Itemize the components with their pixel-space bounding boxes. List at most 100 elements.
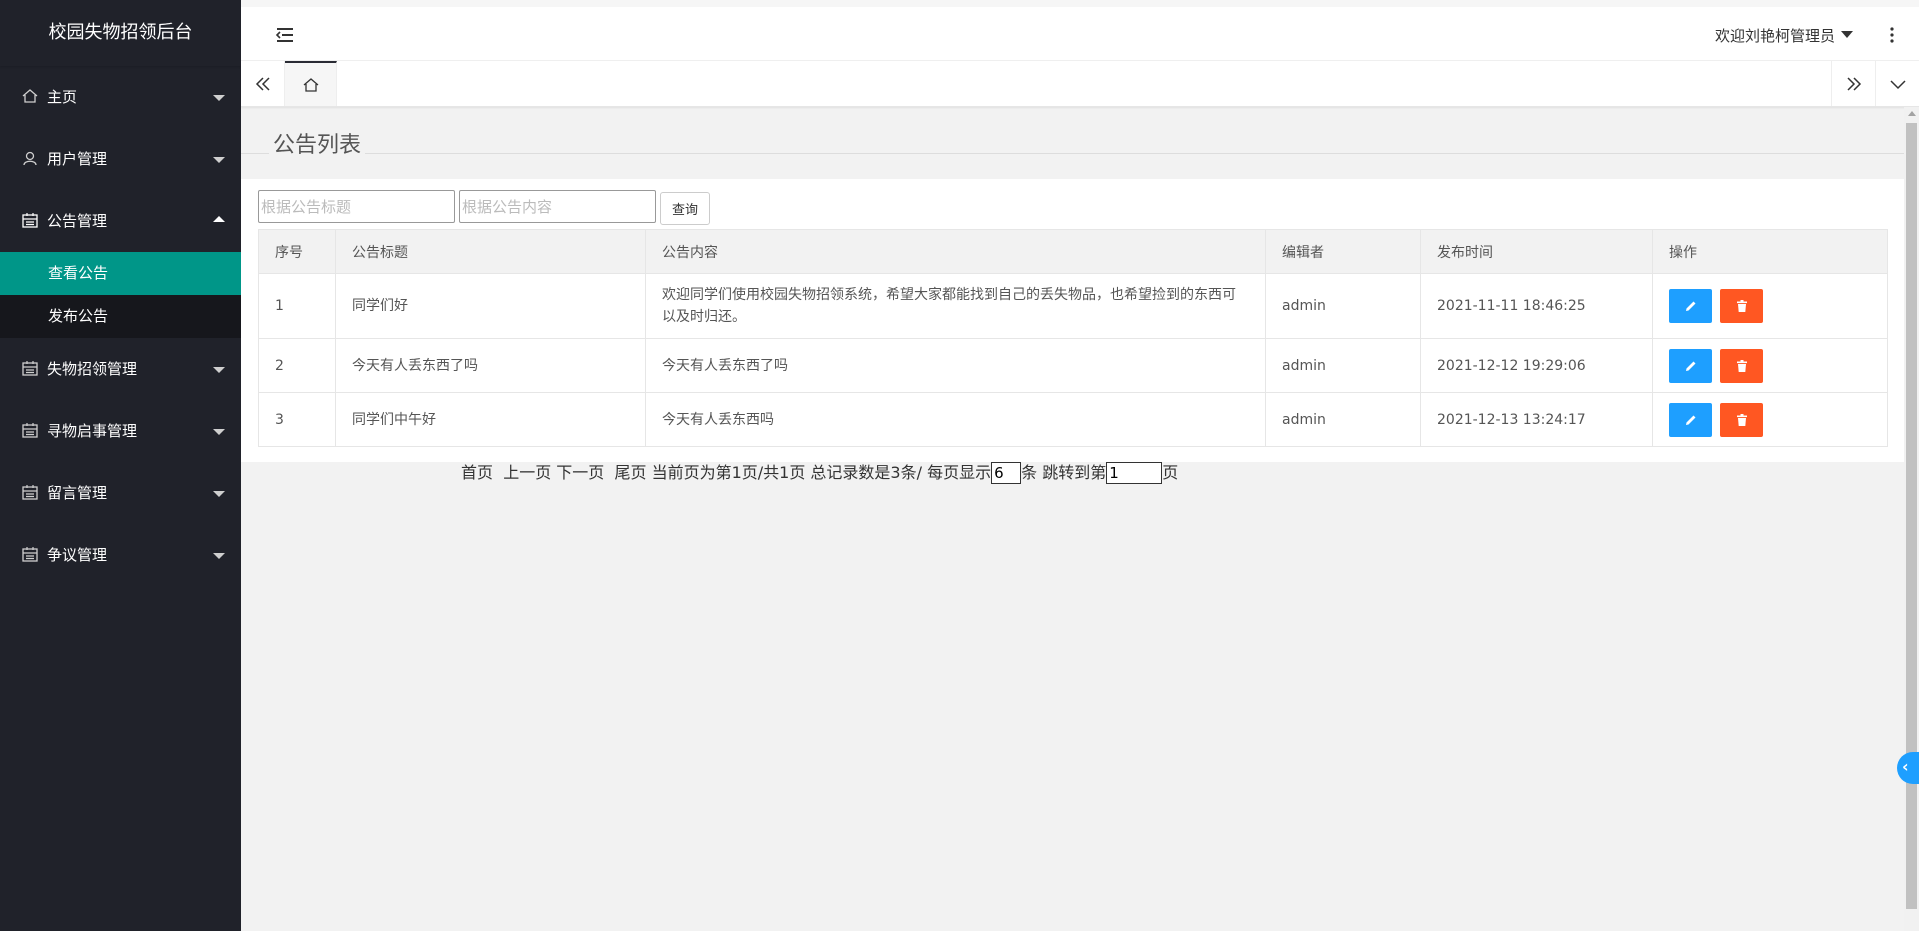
sidebar-subitem-publish-notice[interactable]: 发布公告: [0, 295, 241, 338]
edit-button[interactable]: [1669, 402, 1712, 437]
chevron-down-icon: [213, 429, 225, 435]
page-suffix: 页: [1162, 463, 1179, 482]
sidebar-item-disputes[interactable]: 争议管理: [0, 524, 241, 586]
sidebar-item-lost-found[interactable]: 失物招领管理: [0, 338, 241, 400]
chevron-down-icon: [213, 367, 225, 373]
notice-table: 序号 公告标题 公告内容 编辑者 发布时间 操作 1 同学们好 欢迎同学们使用校…: [258, 229, 1888, 447]
sidebar-item-home[interactable]: 主页: [0, 66, 241, 128]
scrollbar-thumb[interactable]: [1906, 123, 1917, 909]
chevron-down-icon: [1889, 79, 1906, 89]
cell-id: 2: [258, 338, 336, 393]
table-row: 3 同学们中午好 今天有人丢东西吗 admin 2021-12-13 13:24…: [258, 392, 1888, 447]
tab-scroll-right-button[interactable]: [1831, 61, 1875, 106]
title-bar: 公告列表: [241, 107, 1904, 179]
chevron-down-icon: [213, 491, 225, 497]
trash-icon: [1736, 359, 1747, 372]
header: 欢迎刘艳柯管理员: [241, 7, 1919, 61]
page-title: 公告列表: [273, 133, 362, 158]
column-header: 编辑者: [1265, 229, 1421, 274]
column-header: 公告内容: [645, 229, 1266, 274]
first-page-link[interactable]: 首页: [461, 463, 493, 482]
search-content-input[interactable]: [459, 190, 656, 223]
caret-down-icon: [1841, 31, 1853, 38]
edit-button[interactable]: [1669, 289, 1712, 323]
user-greeting: 欢迎刘艳柯管理员: [1714, 27, 1835, 45]
cell-content: 今天有人丢东西吗: [645, 392, 1266, 447]
search-button[interactable]: 查询: [660, 192, 710, 225]
notices-submenu: 查看公告 发布公告: [0, 252, 241, 338]
search-title-input[interactable]: [258, 190, 455, 223]
scroll-up-arrow-icon[interactable]: [1908, 111, 1916, 116]
delete-button[interactable]: [1720, 348, 1763, 383]
cell-editor: admin: [1265, 392, 1421, 447]
double-chevron-left-icon: [255, 76, 270, 91]
jump-page-input[interactable]: [1106, 462, 1163, 484]
tab-scroll-left-button[interactable]: [241, 61, 285, 106]
sidebar-item-lost-notices[interactable]: 寻物启事管理: [0, 400, 241, 462]
table-row: 2 今天有人丢东西了吗 今天有人丢东西了吗 admin 2021-12-12 1…: [258, 338, 1888, 393]
trash-icon: [1736, 300, 1747, 312]
sidebar-item-users[interactable]: 用户管理: [0, 128, 241, 190]
sidebar-item-label: 留言管理: [47, 484, 108, 502]
double-chevron-right-icon: [1846, 76, 1861, 91]
prev-page-link[interactable]: 上一页: [503, 463, 551, 482]
more-vertical-icon[interactable]: [1887, 25, 1897, 45]
sidebar-subitem-view-notices[interactable]: 查看公告: [0, 252, 241, 295]
sidebar-item-label: 公告管理: [47, 212, 108, 230]
tab-bar: [241, 61, 1919, 107]
cell-time: 2021-12-12 19:29:06: [1420, 338, 1653, 393]
column-header: 序号: [258, 229, 336, 274]
cell-content: 欢迎同学们使用校园失物招领系统，希望大家都能找到自己的丢失物品，也希望捡到的东西…: [645, 273, 1266, 339]
cell-title: 同学们中午好: [335, 392, 646, 447]
cell-title: 今天有人丢东西了吗: [335, 338, 646, 393]
delete-button[interactable]: [1720, 289, 1763, 323]
edit-button[interactable]: [1669, 348, 1712, 383]
delete-button[interactable]: [1720, 402, 1763, 437]
cell-editor: admin: [1265, 338, 1421, 393]
page-size-input[interactable]: [991, 462, 1022, 484]
calendar-icon: [22, 546, 38, 562]
last-page-link[interactable]: 尾页: [614, 463, 646, 482]
sidebar-item-notices[interactable]: 公告管理: [0, 190, 241, 252]
vertical-scrollbar[interactable]: [1904, 107, 1919, 931]
pagination: 首页 上一页 下一页 尾页 当前页为第1页/共1页 总记录数是3条/ 每页显示 条…: [461, 462, 1661, 484]
user-menu[interactable]: 欢迎刘艳柯管理员: [1715, 25, 1853, 46]
chevron-down-icon: [213, 95, 225, 101]
cell-id: 1: [258, 273, 336, 339]
chevron-up-icon: [213, 216, 225, 222]
pencil-icon: [1685, 361, 1695, 371]
title-divider: [241, 153, 269, 154]
page-size-unit: 条: [1021, 463, 1038, 482]
title-divider: [365, 153, 1904, 154]
cell-id: 3: [258, 392, 336, 447]
chevron-left-icon: ‹: [1902, 757, 1909, 776]
tab-home[interactable]: [285, 61, 337, 106]
chevron-down-icon: [213, 157, 225, 163]
main-content: 公告列表 查询 序号 公告标题 公告内容 编辑者 发布时间 操作: [241, 107, 1904, 931]
notice-panel: 查询 序号 公告标题 公告内容 编辑者 发布时间 操作 1 同学们好: [241, 179, 1904, 462]
calendar-icon: [22, 360, 38, 376]
column-header: 操作: [1652, 229, 1888, 274]
chevron-down-icon: [213, 553, 225, 559]
menu-toggle-icon[interactable]: [274, 24, 296, 46]
jump-label: 跳转到第: [1042, 463, 1107, 482]
cell-time: 2021-12-13 13:24:17: [1420, 392, 1653, 447]
cell-content: 今天有人丢东西了吗: [645, 338, 1266, 393]
tab-options-button[interactable]: [1875, 61, 1919, 106]
pencil-icon: [1685, 415, 1695, 425]
calendar-icon: [22, 484, 38, 500]
sidebar-item-label: 失物招领管理: [47, 360, 138, 378]
sidebar-item-label: 争议管理: [47, 546, 108, 564]
calendar-icon: [22, 212, 38, 228]
table-header-row: 序号 公告标题 公告内容 编辑者 发布时间 操作: [258, 229, 1888, 274]
trash-icon: [1736, 413, 1747, 426]
calendar-icon: [22, 422, 38, 438]
top-strip: [241, 0, 1919, 7]
pencil-icon: [1685, 301, 1695, 311]
next-page-link[interactable]: 下一页: [556, 463, 604, 482]
cell-actions: [1652, 392, 1888, 447]
cell-editor: admin: [1265, 273, 1421, 339]
sidebar-item-label: 用户管理: [47, 150, 108, 168]
sidebar-item-messages[interactable]: 留言管理: [0, 462, 241, 524]
cell-time: 2021-11-11 18:46:25: [1420, 273, 1653, 339]
